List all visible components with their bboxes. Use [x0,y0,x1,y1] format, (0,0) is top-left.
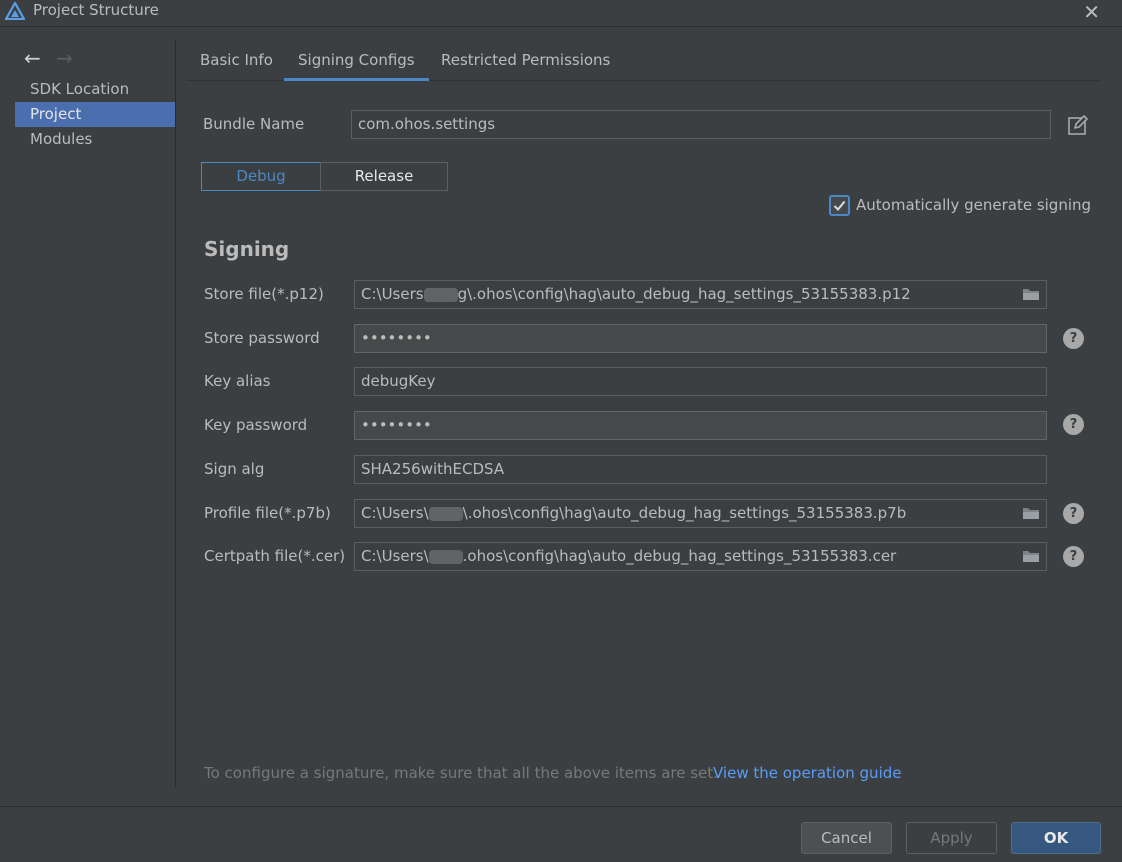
release-tab-button[interactable]: Release [320,162,448,191]
operation-guide-link[interactable]: View the operation guide [713,764,901,782]
apply-button[interactable]: Apply [906,822,997,854]
cancel-button[interactable]: Cancel [801,822,892,854]
store-file-path-suffix: g\.ohos\config\hag\auto_debug_hag_settin… [457,285,911,303]
checkmark-icon [833,200,846,211]
tab-signing-configs[interactable]: Signing Configs [284,41,429,81]
key-password-field[interactable]: •••••••• [354,411,1047,440]
back-arrow-icon[interactable]: ← [24,46,41,70]
key-alias-label: Key alias [204,372,271,390]
auto-sign-checkbox[interactable] [829,195,850,216]
certpath-file-path-suffix: .ohos\config\hag\auto_debug_hag_settings… [462,547,897,565]
help-icon[interactable]: ? [1063,546,1084,567]
help-icon[interactable]: ? [1063,328,1084,349]
redacted-username [423,287,458,302]
signing-section-title: Signing [204,237,290,261]
debug-tab-button[interactable]: Debug [201,162,321,191]
redacted-username [428,549,463,564]
sidebar-item-project[interactable]: Project [15,102,175,127]
auto-sign-label: Automatically generate signing [856,196,1092,214]
tab-restricted-permissions[interactable]: Restricted Permissions [427,41,624,81]
sign-alg-field[interactable]: SHA256withECDSA [354,455,1047,484]
store-password-field[interactable]: •••••••• [354,324,1047,353]
key-alias-field[interactable]: debugKey [354,367,1047,396]
store-password-label: Store password [204,329,320,347]
profile-file-path-prefix: C:\Users\ [361,504,429,522]
sidebar-item-modules[interactable]: Modules [15,127,175,152]
signature-hint-text: To configure a signature, make sure that… [204,764,718,782]
sidebar-item-sdk-location[interactable]: SDK Location [15,77,175,102]
profile-file-field[interactable]: C:\Users\ \.ohos\config\hag\auto_debug_ha… [354,499,1047,528]
ok-button[interactable]: OK [1011,822,1101,854]
folder-icon[interactable] [1022,287,1040,301]
forward-arrow-icon: → [56,46,73,70]
store-file-label: Store file(*.p12) [204,285,324,303]
close-icon[interactable]: ✕ [1083,0,1100,24]
title-bar: Project Structure ✕ [0,0,1122,27]
help-icon[interactable]: ? [1063,414,1084,435]
sidebar-divider [175,41,176,787]
certpath-file-path-prefix: C:\Users\ [361,547,429,565]
window-title: Project Structure [33,1,159,19]
bundle-name-field[interactable]: com.ohos.settings [351,110,1051,139]
sign-alg-label: Sign alg [204,460,265,478]
key-password-label: Key password [204,416,308,434]
profile-file-path-suffix: \.ohos\config\hag\auto_debug_hag_setting… [462,504,907,522]
help-icon[interactable]: ? [1063,503,1084,524]
folder-icon[interactable] [1022,549,1040,563]
store-file-path-prefix: C:\Users [361,285,424,303]
profile-file-label: Profile file(*.p7b) [204,504,331,522]
deveco-logo-icon [5,2,25,20]
bundle-name-label: Bundle Name [203,115,305,133]
tab-bar: Basic Info Signing Configs Restricted Pe… [186,41,1100,81]
store-file-field[interactable]: C:\Users g\.ohos\config\hag\auto_debug_ha… [354,280,1047,309]
edit-icon[interactable] [1067,114,1089,136]
certpath-file-label: Certpath file(*.cer) [204,547,346,565]
folder-icon[interactable] [1022,506,1040,520]
tab-basic-info[interactable]: Basic Info [186,41,287,81]
redacted-username [428,506,463,521]
certpath-file-field[interactable]: C:\Users\ .ohos\config\hag\auto_debug_hag… [354,542,1047,571]
